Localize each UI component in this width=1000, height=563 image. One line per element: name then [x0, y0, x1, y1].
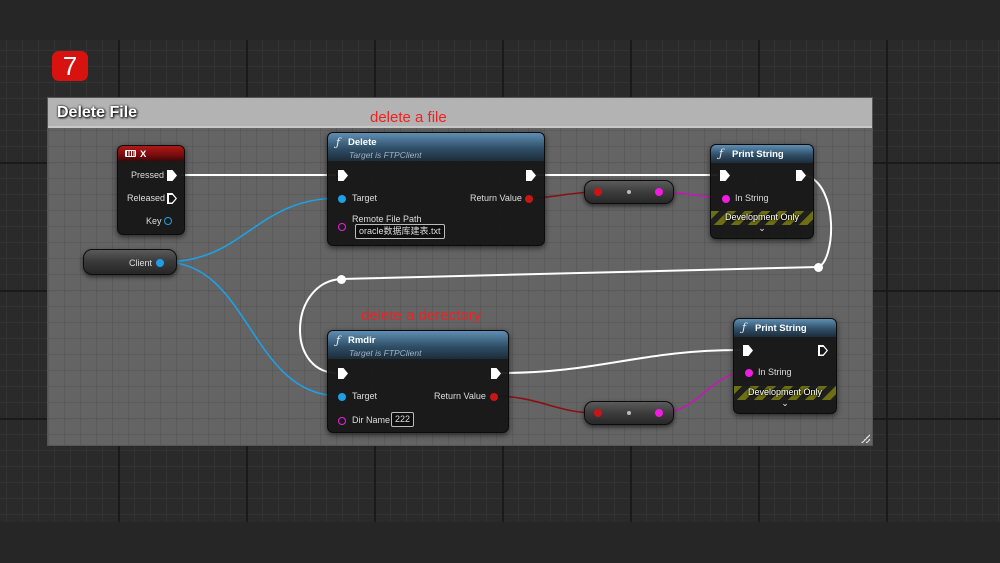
rmdir-node-subtitle: Target is FTPClient [349, 348, 422, 358]
object-wire-client-to-delete [163, 197, 341, 263]
pin-label-released: Released [127, 193, 166, 203]
exec-pin-delete-in[interactable] [338, 170, 348, 181]
remote-path-input[interactable]: oracle数据库建表.txt [355, 224, 445, 239]
pin-label-pressed: Pressed [131, 170, 165, 180]
expand-chevron-icon[interactable]: ⌄ [734, 398, 836, 409]
print-string-node-1[interactable]: ƒ Print String In String Development Onl… [710, 144, 814, 239]
conversion-dot-icon [627, 190, 631, 194]
exec-pin-print-out[interactable] [796, 170, 806, 181]
input-key-title: X [140, 149, 147, 160]
object-wire-client-to-rmdir [163, 261, 341, 397]
reroute-node-right[interactable] [814, 263, 823, 272]
data-pin-in-string[interactable] [745, 369, 753, 377]
client-variable-label: Client [129, 258, 153, 268]
expand-chevron-icon[interactable]: ⌄ [711, 223, 813, 234]
function-icon: ƒ [719, 147, 724, 160]
delete-node-subtitle: Target is FTPClient [349, 150, 422, 160]
bool-to-string-conversion-node-1[interactable] [584, 180, 674, 204]
keyboard-icon [125, 150, 136, 157]
rmdir-function-node[interactable]: ƒ Rmdir Target is FTPClient Target Retur… [327, 330, 509, 433]
function-icon: ƒ [336, 136, 341, 149]
reroute-node-left[interactable] [337, 275, 346, 284]
pin-label-delete-target: Target [352, 193, 378, 203]
function-icon: ƒ [336, 334, 341, 347]
exec-wire-rmdir-to-print [500, 349, 741, 374]
pin-label-delete-return: Return Value [470, 193, 522, 203]
rmdir-node-title: Rmdir [348, 335, 376, 346]
client-variable-node[interactable]: Client [83, 249, 177, 275]
delete-node-title: Delete [348, 137, 377, 148]
data-pin-remote-path[interactable] [338, 223, 346, 231]
conversion-dot-icon [627, 411, 631, 415]
development-only-label: Development Only [747, 387, 823, 397]
exec-pin-print-out[interactable] [818, 345, 828, 356]
pin-label-in-string: In String [735, 193, 769, 203]
data-pin-rmdir-target[interactable] [338, 393, 346, 401]
pin-label-rmdir-target: Target [352, 391, 378, 401]
exec-pin-print-in[interactable] [743, 345, 753, 356]
print-string-node-2[interactable]: ƒ Print String In String Development Onl… [733, 318, 837, 414]
bool-to-string-conversion-node-2[interactable] [584, 401, 674, 425]
data-pin-key[interactable] [164, 217, 172, 225]
exec-wire-reroute-to-reroute [340, 266, 819, 280]
pin-label-key: Key [146, 216, 162, 226]
pin-label-dir-name: Dir Name [352, 415, 391, 425]
data-pin-delete-target[interactable] [338, 195, 346, 203]
exec-pin-rmdir-in[interactable] [338, 368, 348, 379]
data-pin-client[interactable] [156, 259, 164, 267]
pin-label-in-string: In String [758, 367, 792, 377]
print-node-title: Print String [732, 149, 784, 160]
conv-input-pin[interactable] [594, 409, 602, 417]
print-node-title: Print String [755, 323, 807, 334]
exec-pin-delete-out[interactable] [526, 170, 536, 181]
conv-output-pin[interactable] [655, 188, 663, 196]
data-pin-dir-name[interactable] [338, 417, 346, 425]
pin-label-remote-path: Remote File Path [352, 214, 422, 224]
function-icon: ƒ [742, 321, 747, 334]
development-only-label: Development Only [724, 212, 800, 222]
conv-input-pin[interactable] [594, 188, 602, 196]
exec-pin-print-in[interactable] [720, 170, 730, 181]
exec-pin-rmdir-out[interactable] [491, 368, 501, 379]
pin-label-rmdir-return: Return Value [434, 391, 486, 401]
delete-function-node[interactable]: ƒ Delete Target is FTPClient Target Retu… [327, 132, 545, 246]
wires-layer [163, 174, 832, 414]
conv-output-pin[interactable] [655, 409, 663, 417]
data-pin-rmdir-return[interactable] [490, 393, 498, 401]
data-pin-delete-return[interactable] [525, 195, 533, 203]
dir-name-input[interactable]: 222 [391, 412, 415, 427]
data-pin-in-string[interactable] [722, 195, 730, 203]
